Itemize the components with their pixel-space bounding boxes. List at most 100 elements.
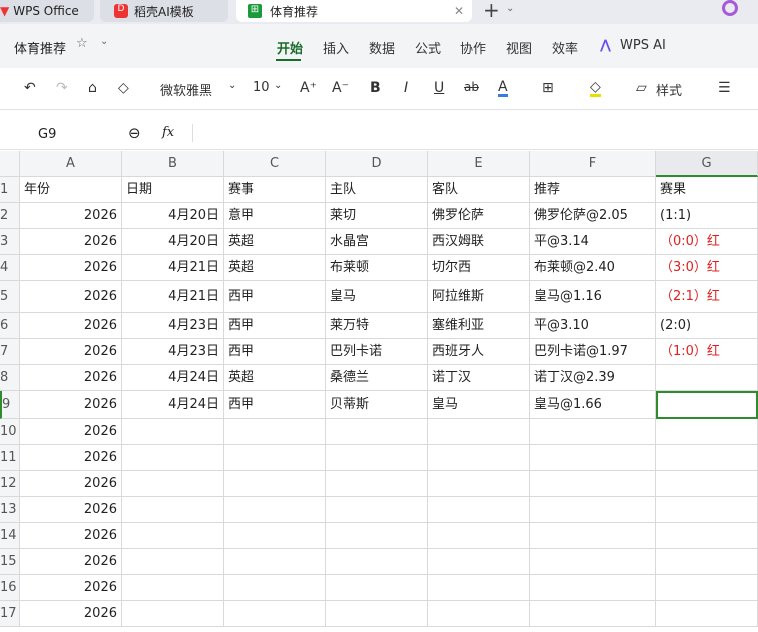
cell-F3[interactable]: 平@3.14	[530, 229, 656, 255]
cell-G3[interactable]: （0:0）红	[656, 229, 758, 255]
underline-icon[interactable]: U	[434, 80, 444, 96]
cell-E8[interactable]: 诺丁汉	[428, 365, 530, 391]
cell-G13[interactable]	[656, 497, 758, 523]
cell-E15[interactable]	[428, 549, 530, 575]
chevron-down-icon[interactable]: ⌄	[274, 80, 282, 91]
cell-F17[interactable]	[530, 601, 656, 627]
select-all-corner[interactable]	[0, 151, 20, 177]
cell-F8[interactable]: 诺丁汉@2.39	[530, 365, 656, 391]
chevron-down-icon[interactable]: ⌄	[506, 3, 514, 14]
cell-C11[interactable]	[224, 445, 326, 471]
cell-G12[interactable]	[656, 471, 758, 497]
cell-B11[interactable]	[122, 445, 224, 471]
row-header[interactable]: 4	[0, 255, 20, 281]
cell-E7[interactable]: 西班牙人	[428, 339, 530, 365]
cell-A5[interactable]: 2026	[20, 281, 122, 313]
cell-B1[interactable]: 日期	[122, 177, 224, 203]
cell-G5[interactable]: （2:1）红	[656, 281, 758, 313]
row-header[interactable]: 5	[0, 281, 20, 313]
row-header[interactable]: 13	[0, 497, 20, 523]
cell-G11[interactable]	[656, 445, 758, 471]
cell-D7[interactable]: 巴列卡诺	[326, 339, 428, 365]
menu-home[interactable]: 开始	[277, 38, 303, 57]
row-header[interactable]: 11	[0, 445, 20, 471]
row-header[interactable]: 10	[0, 419, 20, 445]
row-header[interactable]: 8	[0, 365, 20, 391]
tab-sports[interactable]: ⊞ 体育推荐 ✕	[236, 0, 472, 22]
cell-C10[interactable]	[224, 419, 326, 445]
cell-D11[interactable]	[326, 445, 428, 471]
cell-F15[interactable]	[530, 549, 656, 575]
cell-C9[interactable]: 西甲	[224, 391, 326, 419]
cell-C15[interactable]	[224, 549, 326, 575]
column-header-E[interactable]: E	[428, 151, 530, 177]
font-color-icon[interactable]: A	[498, 80, 508, 97]
column-header-C[interactable]: C	[224, 151, 326, 177]
cell-G8[interactable]	[656, 365, 758, 391]
cell-E10[interactable]	[428, 419, 530, 445]
cell-B8[interactable]: 4月24日	[122, 365, 224, 391]
cell-D2[interactable]: 莱切	[326, 203, 428, 229]
cell-F2[interactable]: 佛罗伦萨@2.05	[530, 203, 656, 229]
cell-B16[interactable]	[122, 575, 224, 601]
cell-B12[interactable]	[122, 471, 224, 497]
redo-icon[interactable]: ↷	[56, 80, 68, 96]
cell-C14[interactable]	[224, 523, 326, 549]
cell-E17[interactable]	[428, 601, 530, 627]
cell-E12[interactable]	[428, 471, 530, 497]
undo-icon[interactable]: ↶	[24, 80, 36, 96]
close-icon[interactable]: ✕	[454, 4, 464, 18]
cell-C3[interactable]: 英超	[224, 229, 326, 255]
style-icon[interactable]: ▱	[636, 80, 647, 96]
cell-G6[interactable]: (2:0)	[656, 313, 758, 339]
cell-E5[interactable]: 阿拉维斯	[428, 281, 530, 313]
cell-G7[interactable]: （1:0）红	[656, 339, 758, 365]
zoom-icon[interactable]: ⊖	[128, 124, 141, 142]
row-header[interactable]: 16	[0, 575, 20, 601]
row-header[interactable]: 7	[0, 339, 20, 365]
cell-A17[interactable]: 2026	[20, 601, 122, 627]
cell-D5[interactable]: 皇马	[326, 281, 428, 313]
cell-A2[interactable]: 2026	[20, 203, 122, 229]
cell-F13[interactable]	[530, 497, 656, 523]
cell-G9[interactable]	[656, 391, 758, 419]
cell-F1[interactable]: 推荐	[530, 177, 656, 203]
cell-E16[interactable]	[428, 575, 530, 601]
cell-F5[interactable]: 皇马@1.16	[530, 281, 656, 313]
menu-wps-ai[interactable]: WPS AI	[620, 38, 666, 53]
cell-F16[interactable]	[530, 575, 656, 601]
menu-insert[interactable]: 插入	[323, 38, 349, 57]
cell-B6[interactable]: 4月23日	[122, 313, 224, 339]
cell-E1[interactable]: 客队	[428, 177, 530, 203]
row-header[interactable]: 17	[0, 601, 20, 627]
cell-A10[interactable]: 2026	[20, 419, 122, 445]
cell-B7[interactable]: 4月23日	[122, 339, 224, 365]
menu-formula[interactable]: 公式	[415, 38, 441, 57]
cell-G1[interactable]: 赛果	[656, 177, 758, 203]
cell-A12[interactable]: 2026	[20, 471, 122, 497]
avatar[interactable]	[722, 0, 738, 16]
cell-D6[interactable]: 莱万特	[326, 313, 428, 339]
cell-F11[interactable]	[530, 445, 656, 471]
cell-D1[interactable]: 主队	[326, 177, 428, 203]
cell-A1[interactable]: 年份	[20, 177, 122, 203]
cell-F10[interactable]	[530, 419, 656, 445]
chevron-down-icon[interactable]: ⌄	[228, 80, 236, 91]
cell-B3[interactable]: 4月20日	[122, 229, 224, 255]
cell-C16[interactable]	[224, 575, 326, 601]
cell-F7[interactable]: 巴列卡诺@1.97	[530, 339, 656, 365]
cell-B17[interactable]	[122, 601, 224, 627]
cell-D9[interactable]: 贝蒂斯	[326, 391, 428, 419]
cell-B2[interactable]: 4月20日	[122, 203, 224, 229]
cell-A15[interactable]: 2026	[20, 549, 122, 575]
cell-G17[interactable]	[656, 601, 758, 627]
strikethrough-icon[interactable]: ab	[464, 80, 479, 94]
cell-B15[interactable]	[122, 549, 224, 575]
cell-A9[interactable]: 2026	[20, 391, 122, 419]
font-select[interactable]: 微软雅黑	[160, 80, 212, 99]
cell-D4[interactable]: 布莱顿	[326, 255, 428, 281]
cell-B5[interactable]: 4月21日	[122, 281, 224, 313]
cell-F6[interactable]: 平@3.10	[530, 313, 656, 339]
cell-D3[interactable]: 水晶宫	[326, 229, 428, 255]
row-header[interactable]: 3	[0, 229, 20, 255]
